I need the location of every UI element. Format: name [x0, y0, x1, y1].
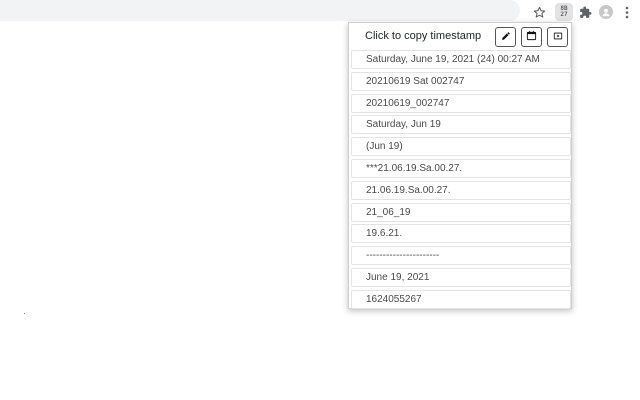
star-icon[interactable] — [530, 3, 548, 21]
puzzle-icon[interactable] — [576, 3, 594, 21]
timestamp-option[interactable]: 20210619 Sat 002747 — [351, 71, 571, 91]
timestamp-list: Saturday, June 19, 2021 (24) 00:27 AM 20… — [351, 50, 571, 312]
timestamp-option[interactable]: ***21.06.19.Sa.00.27. — [351, 158, 571, 178]
timestamp-option[interactable]: (Jun 19) — [351, 137, 571, 157]
timestamp-option[interactable]: 20210619_002747 — [351, 93, 571, 113]
timestamp-option[interactable]: 1624055267 — [351, 289, 571, 309]
timestamp-option[interactable]: 21.06.19.Sa.00.27. — [351, 180, 571, 200]
avatar-icon[interactable] — [597, 3, 615, 21]
open-tab-icon — [553, 28, 563, 46]
calendar-icon — [526, 28, 537, 46]
timestamp-option[interactable]: June 19, 2021 — [351, 267, 571, 287]
page-speck — [24, 313, 25, 314]
address-bar[interactable] — [0, 0, 520, 21]
popup-title: Click to copy timestamp — [365, 30, 482, 42]
browser-toolbar: 8B 27 — [0, 0, 640, 24]
timestamp-option[interactable]: 21_06_19 — [351, 202, 571, 222]
timestamp-option[interactable]: Saturday, Jun 19 — [351, 115, 571, 135]
timestamp-option[interactable]: Saturday, June 19, 2021 (24) 00:27 AM — [351, 50, 571, 69]
extension-badge-bottom: 27 — [560, 11, 568, 18]
calendar-button[interactable] — [521, 27, 542, 47]
open-tab-button[interactable] — [547, 27, 568, 47]
timestamp-popup: Click to copy timestamp Saturday, June 1… — [348, 22, 572, 309]
timestamp-option[interactable]: 19.6.21. — [351, 224, 571, 244]
edit-icon — [501, 28, 511, 46]
extension-calendar-icon[interactable]: 8B 27 — [555, 3, 573, 21]
kebab-menu-icon[interactable] — [618, 3, 636, 21]
timestamp-separator[interactable]: ---------------------- — [351, 246, 571, 266]
edit-button[interactable] — [495, 27, 516, 47]
popup-header: Click to copy timestamp — [349, 23, 571, 49]
